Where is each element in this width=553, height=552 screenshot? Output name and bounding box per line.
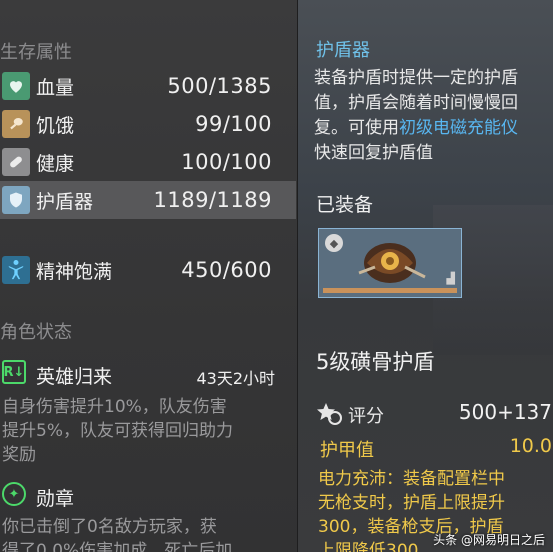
bone-shield-image xyxy=(358,243,426,283)
drumstick-icon xyxy=(2,110,30,138)
watermark: 头条 @网易明日之后 xyxy=(433,533,545,547)
desc-line: 复。可使用初级电磁充能仪 xyxy=(314,116,553,141)
medal-icon: ✦ xyxy=(2,482,26,506)
spirit-value: 450/600 xyxy=(181,258,272,282)
status-time: 43天2小时 xyxy=(196,369,275,388)
desc-line: 自身伤害提升10%，队友伤害 xyxy=(2,397,227,417)
stat-label: 护盾器 xyxy=(36,190,94,213)
hero-return-icon: R↓ xyxy=(2,360,26,384)
item-detail-panel: 护盾器 装备护盾时提供一定的护盾 值，护盾会随着时间慢慢回 复。可使用初级电磁充… xyxy=(298,0,553,552)
stat-label: 健康 xyxy=(36,152,75,175)
desc-line: 你已击倒了0名敌方玩家，获 xyxy=(2,517,217,537)
score-value: 500+137 xyxy=(458,400,552,424)
equipped-label: 已装备 xyxy=(316,194,374,216)
cart-icon: ▟ xyxy=(446,272,455,285)
gem-icon: ◆ xyxy=(325,234,343,252)
desc-line: 奖励 xyxy=(2,445,36,465)
stat-row-spirit[interactable]: 精神饱满 450/600 xyxy=(0,251,296,289)
status-name: 勋章 xyxy=(36,488,75,510)
survival-section-title: 生存属性 xyxy=(0,42,72,63)
stat-value: 100/100 xyxy=(181,150,272,174)
shield-icon xyxy=(2,186,30,214)
stat-label: 血量 xyxy=(36,76,75,99)
heart-icon xyxy=(2,72,30,100)
armor-label: 护甲值 xyxy=(320,440,374,461)
item-description: 装备护盾时提供一定的护盾 值，护盾会随着时间慢慢回 复。可使用初级电磁充能仪 快… xyxy=(314,66,553,166)
status-name: 英雄归来 xyxy=(36,366,113,388)
status-section-title: 角色状态 xyxy=(0,322,72,343)
recharger-link[interactable]: 初级电磁充能仪 xyxy=(399,118,518,138)
desc-line: 得了0.0%伤害加成，死亡后加 xyxy=(2,541,233,552)
stat-value: 99/100 xyxy=(195,112,272,136)
stat-row-wellness[interactable]: 健康 100/100 xyxy=(0,143,296,181)
survival-panel: 生存属性 血量 500/1385 饥饿 99/100 健康 100/100 护盾… xyxy=(0,0,298,552)
status-description: 自身伤害提升10%，队友伤害 提升5%，队友可获得回归助力 奖励 xyxy=(2,395,282,467)
stat-row-health[interactable]: 血量 500/1385 xyxy=(0,67,296,105)
stat-row-shield[interactable]: 护盾器 1189/1189 xyxy=(0,181,296,219)
armor-value: 10.0 xyxy=(509,435,552,457)
stat-value: 500/1385 xyxy=(167,74,272,98)
person-icon xyxy=(2,256,30,284)
status-description: 你已击倒了0名敌方玩家，获 得了0.0%伤害加成，死亡后加 xyxy=(2,515,282,552)
desc-line: 提升5%，队友可获得回归助力 xyxy=(2,421,233,441)
desc-line: 装备护盾时提供一定的护盾 xyxy=(314,68,518,88)
score-row: 评分 500+137 xyxy=(316,400,553,428)
desc-text: 复。可使用 xyxy=(314,118,399,138)
spirit-label: 精神饱满 xyxy=(36,260,113,283)
equipped-item-slot[interactable]: ◆ ▟ xyxy=(318,228,462,298)
electric-line: 无枪支时，护盾上限提升 xyxy=(318,493,505,513)
armor-row: 护甲值 10.0 xyxy=(316,435,553,461)
item-name: 5级磺骨护盾 xyxy=(316,350,435,374)
electric-line: 电力充沛：装备配置栏中 xyxy=(318,469,505,489)
stat-value: 1189/1189 xyxy=(153,188,272,212)
desc-line: 快速回复护盾值 xyxy=(314,143,433,163)
stat-row-hunger[interactable]: 饥饿 99/100 xyxy=(0,105,296,143)
desc-line: 值，护盾会随着时间慢慢回 xyxy=(314,93,518,113)
item-category-title: 护盾器 xyxy=(316,40,370,61)
durability-bar xyxy=(323,288,457,293)
star-rating-icon xyxy=(317,403,342,425)
pill-icon xyxy=(2,148,30,176)
stat-label: 饥饿 xyxy=(36,114,75,137)
score-label: 评分 xyxy=(348,406,384,427)
